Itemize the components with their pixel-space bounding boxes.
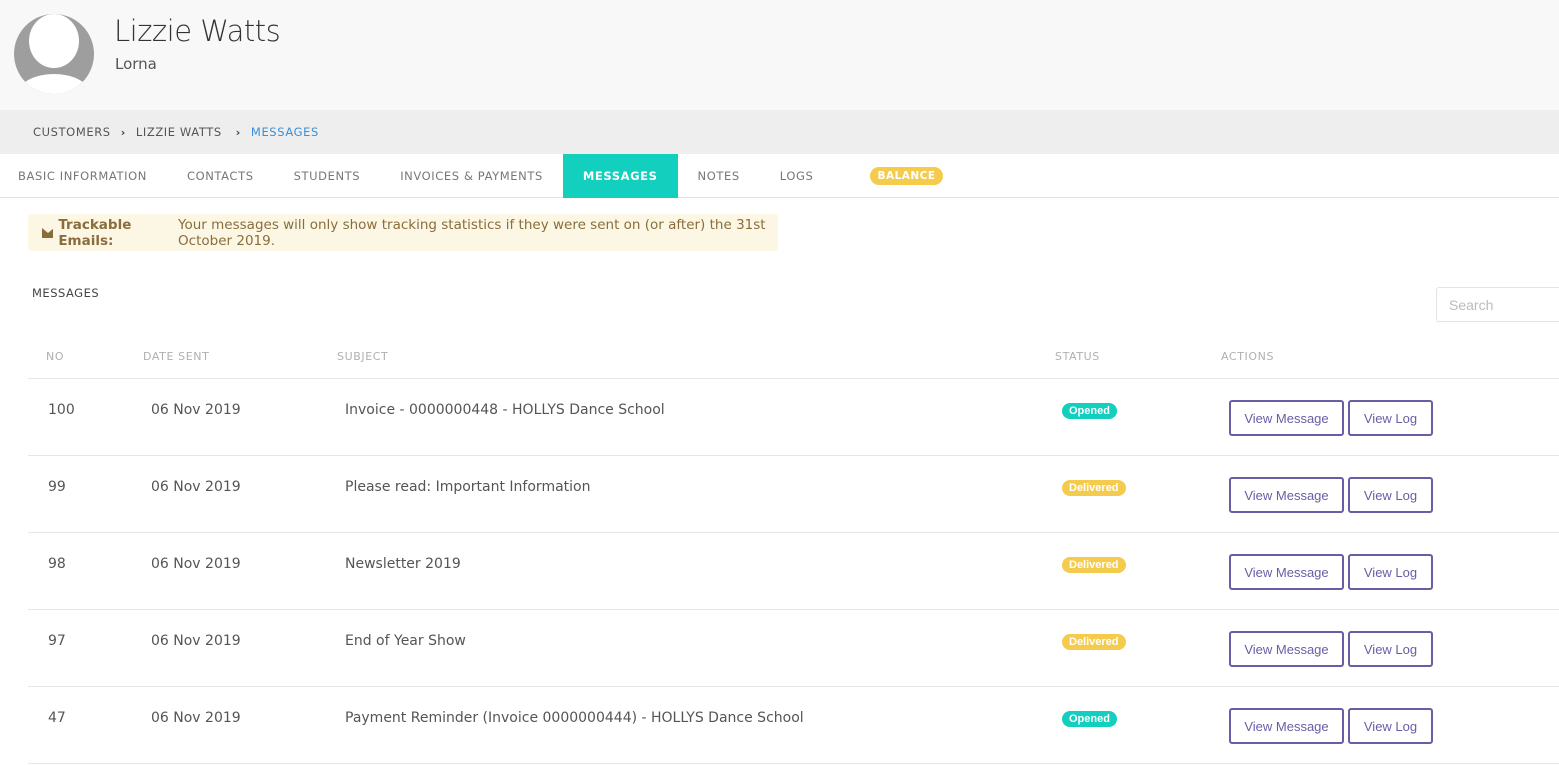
avatar-icon: [14, 14, 94, 94]
tab-balance[interactable]: BALANCE: [833, 154, 962, 198]
breadcrumb-customer[interactable]: LIZZIE WATTS: [136, 125, 222, 139]
column-header-status[interactable]: STATUS: [1055, 350, 1100, 363]
tab-bar: BASIC INFORMATION CONTACTS STUDENTS INVO…: [0, 154, 1559, 198]
envelope-icon: [42, 227, 55, 238]
view-log-button[interactable]: View Log: [1348, 477, 1433, 513]
message-no: 97: [48, 633, 66, 649]
chevron-right-icon: ›: [235, 125, 241, 139]
trackable-emails-alert: Trackable Emails: Your messages will onl…: [28, 214, 778, 251]
alert-title: Trackable Emails:: [58, 216, 132, 249]
status-badge: Opened: [1062, 403, 1117, 419]
messages-section-title: MESSAGES: [32, 286, 100, 300]
column-header-actions: ACTIONS: [1221, 350, 1275, 363]
table-row: 100 06 Nov 2019 Invoice - 0000000448 - H…: [28, 379, 1559, 456]
alert-text: Your messages will only show tracking st…: [178, 216, 766, 249]
search-input[interactable]: [1436, 287, 1559, 322]
view-message-button[interactable]: View Message: [1229, 554, 1344, 590]
view-log-button[interactable]: View Log: [1348, 400, 1433, 436]
view-message-button[interactable]: View Message: [1229, 477, 1344, 513]
status-badge: Delivered: [1062, 634, 1126, 650]
message-subject: Please read: Important Information: [345, 479, 591, 495]
view-message-button[interactable]: View Message: [1229, 708, 1344, 744]
view-log-button[interactable]: View Log: [1348, 554, 1433, 590]
tab-logs[interactable]: LOGS: [760, 154, 834, 198]
profile-header: Lizzie Watts Lorna: [0, 0, 1559, 110]
balance-badge: BALANCE: [870, 167, 943, 185]
status-badge: Delivered: [1062, 480, 1126, 496]
table-row: 47 06 Nov 2019 Payment Reminder (Invoice…: [28, 687, 1559, 764]
view-message-button[interactable]: View Message: [1229, 400, 1344, 436]
table-header: NO DATE SENT SUBJECT STATUS ACTIONS: [28, 336, 1559, 379]
view-message-button[interactable]: View Message: [1229, 631, 1344, 667]
table-row: 98 06 Nov 2019 Newsletter 2019 Delivered…: [28, 533, 1559, 610]
message-subject: Payment Reminder (Invoice 0000000444) - …: [345, 710, 804, 726]
column-header-subject[interactable]: SUBJECT: [337, 350, 388, 363]
column-header-date-sent[interactable]: DATE SENT: [143, 350, 209, 363]
table-row: 99 06 Nov 2019 Please read: Important In…: [28, 456, 1559, 533]
message-date: 06 Nov 2019: [151, 633, 241, 649]
message-date: 06 Nov 2019: [151, 710, 241, 726]
view-log-button[interactable]: View Log: [1348, 708, 1433, 744]
table-row: 97 06 Nov 2019 End of Year Show Delivere…: [28, 610, 1559, 687]
status-badge: Delivered: [1062, 557, 1126, 573]
tab-basic-information[interactable]: BASIC INFORMATION: [0, 154, 167, 198]
chevron-right-icon: ›: [120, 125, 126, 139]
messages-table: NO DATE SENT SUBJECT STATUS ACTIONS 100 …: [28, 336, 1559, 764]
status-badge: Opened: [1062, 711, 1117, 727]
tab-contacts[interactable]: CONTACTS: [167, 154, 274, 198]
message-subject: End of Year Show: [345, 633, 466, 649]
tab-students[interactable]: STUDENTS: [274, 154, 381, 198]
breadcrumb-current: MESSAGES: [250, 125, 319, 139]
message-no: 99: [48, 479, 66, 495]
breadcrumb: CUSTOMERS › LIZZIE WATTS › MESSAGES: [0, 110, 1559, 154]
message-no: 47: [48, 710, 66, 726]
message-subject: Newsletter 2019: [345, 556, 461, 572]
message-subject: Invoice - 0000000448 - HOLLYS Dance Scho…: [345, 402, 665, 418]
tab-notes[interactable]: NOTES: [678, 154, 760, 198]
message-date: 06 Nov 2019: [151, 556, 241, 572]
tab-invoices-payments[interactable]: INVOICES & PAYMENTS: [380, 154, 563, 198]
message-date: 06 Nov 2019: [151, 479, 241, 495]
view-log-button[interactable]: View Log: [1348, 631, 1433, 667]
message-no: 98: [48, 556, 66, 572]
customer-subtitle: Lorna: [115, 55, 157, 73]
column-header-no[interactable]: NO: [46, 350, 64, 363]
breadcrumb-customers[interactable]: CUSTOMERS: [33, 125, 111, 139]
customer-name: Lizzie Watts: [114, 14, 281, 48]
message-no: 100: [48, 402, 75, 418]
tab-messages[interactable]: MESSAGES: [562, 154, 678, 198]
message-date: 06 Nov 2019: [151, 402, 241, 418]
